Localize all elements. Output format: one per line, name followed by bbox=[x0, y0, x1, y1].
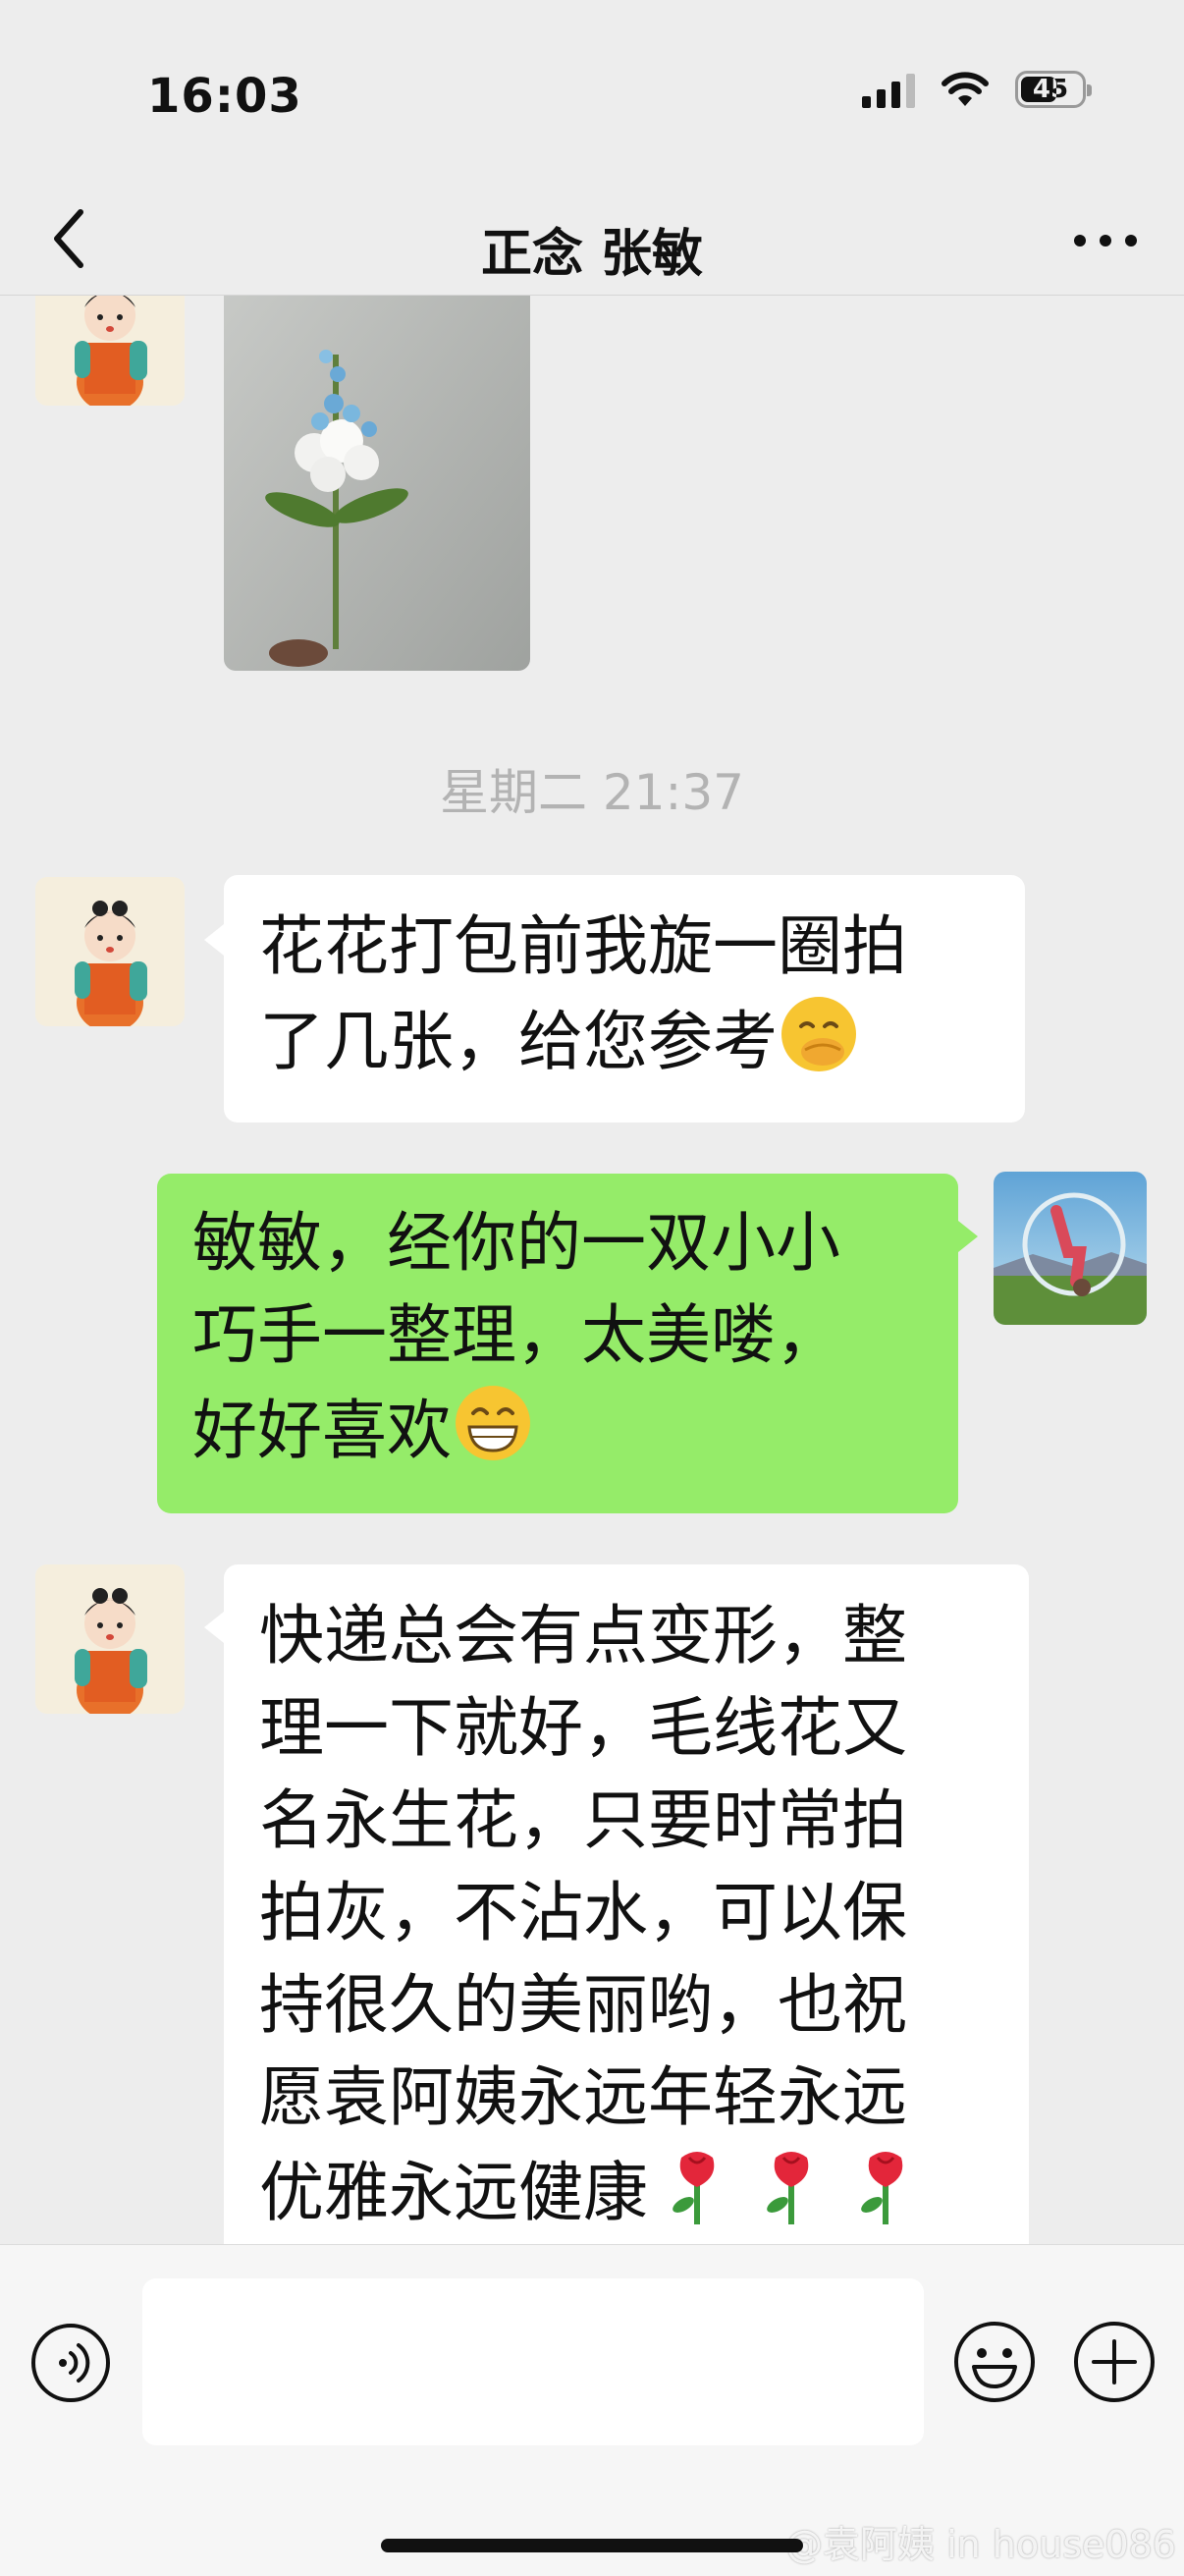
wifi-icon bbox=[942, 72, 989, 106]
message-text-line: 名永生花，只要时常拍 bbox=[259, 1782, 907, 1858]
message-bubble[interactable]: 快递总会有点变形，整 理一下就好，毛线花又 名永生花，只要时常拍 拍灰，不沾水，… bbox=[224, 1564, 1029, 2244]
grinning-face-icon bbox=[456, 1386, 530, 1460]
chat-header: 正念 张敏 bbox=[0, 187, 1184, 296]
message-bubble[interactable]: 花花打包前我旋一圈拍 了几张，给您参考 bbox=[224, 875, 1025, 1123]
message-input[interactable] bbox=[142, 2278, 924, 2445]
status-time: 16:03 bbox=[147, 69, 302, 124]
self-avatar[interactable] bbox=[994, 1172, 1147, 1325]
emoji-picker-icon[interactable] bbox=[952, 2320, 1037, 2404]
voice-input-icon[interactable] bbox=[29, 2322, 112, 2404]
contact-avatar[interactable] bbox=[35, 296, 185, 406]
cellular-signal-icon bbox=[862, 71, 915, 108]
message-text-line: 愿袁阿姨永远年轻永远 bbox=[259, 2059, 907, 2135]
rose-icon bbox=[767, 2152, 809, 2224]
contact-avatar[interactable] bbox=[35, 1564, 185, 1714]
message-text-line: 理一下就好，毛线花又 bbox=[259, 1690, 907, 1766]
message-text-line: 了几张，给您参考 bbox=[259, 1004, 778, 1079]
chat-title: 正念 张敏 bbox=[480, 225, 704, 284]
battery-icon: 45 bbox=[1015, 71, 1092, 108]
message-text-line: 拍灰，不沾水，可以保 bbox=[259, 1875, 907, 1950]
watermark: @袁阿姨 in house086 bbox=[785, 2523, 1176, 2566]
contact-avatar[interactable] bbox=[35, 877, 185, 1026]
rose-icon bbox=[673, 2152, 715, 2224]
battery-level: 45 bbox=[1032, 75, 1069, 104]
plus-icon[interactable] bbox=[1072, 2320, 1157, 2404]
home-indicator[interactable] bbox=[381, 2539, 803, 2552]
photo-message[interactable] bbox=[224, 296, 530, 671]
message-text-line: 敏敏，经你的一双小小 bbox=[192, 1205, 840, 1281]
status-bar: 16:03 45 bbox=[0, 0, 1184, 187]
message-text-line: 好好喜欢 bbox=[192, 1393, 452, 1468]
message-text-line: 优雅永远健康 bbox=[259, 2155, 648, 2230]
message-timestamp: 星期二 21:37 bbox=[440, 764, 744, 821]
rose-icon bbox=[861, 2152, 903, 2224]
message-text-line: 花花打包前我旋一圈拍 bbox=[259, 908, 907, 984]
message-bubble[interactable]: 敏敏，经你的一双小小 巧手一整理，太美喽， 好好喜欢 bbox=[157, 1174, 958, 1513]
message-list[interactable]: 星期二 21:37 花花打包前我旋一圈拍 了几张，给您参考 敏敏，经你的一双小小… bbox=[0, 296, 1184, 2244]
status-icons: 45 bbox=[862, 71, 1092, 108]
message-text-line: 巧手一整理，太美喽， bbox=[192, 1297, 840, 1373]
message-text-line: 快递总会有点变形，整 bbox=[259, 1598, 907, 1673]
face-with-hand-over-mouth-icon bbox=[781, 997, 856, 1071]
message-text-line: 持很久的美丽哟，也祝 bbox=[259, 1967, 907, 2043]
more-options-icon[interactable] bbox=[1066, 216, 1145, 265]
